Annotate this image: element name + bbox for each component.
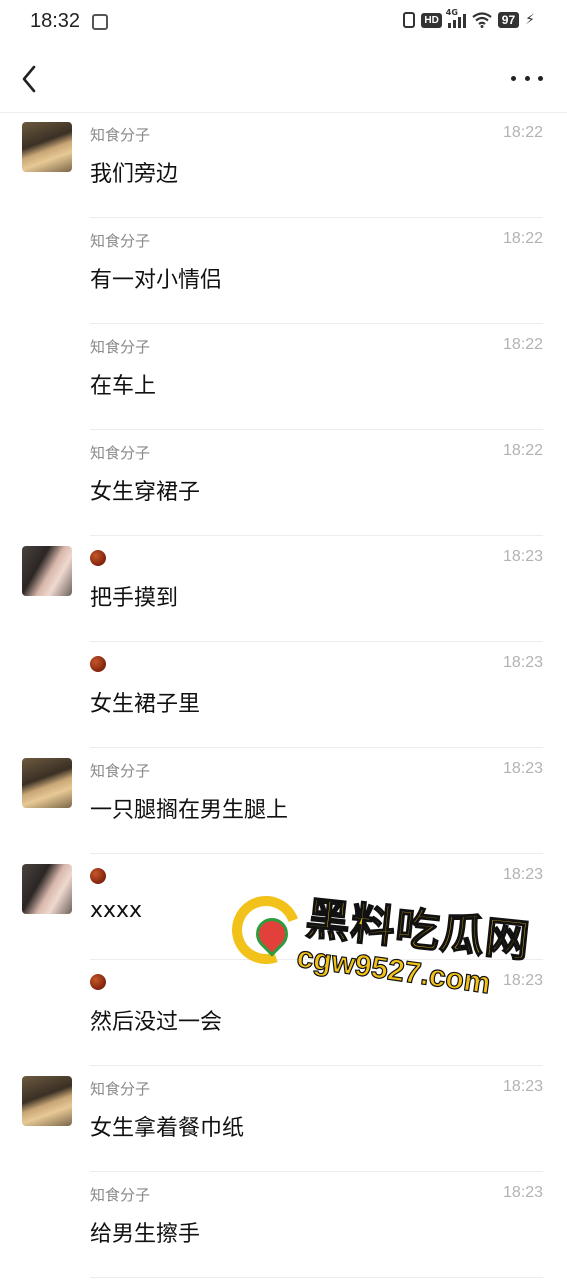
message-text: 女生裙子里 (90, 692, 201, 717)
message-time: 18:22 (502, 230, 543, 247)
message-text: 给男生擦手 (90, 1222, 201, 1247)
battery-icon: 97 (497, 12, 520, 28)
message-row[interactable]: 18:23 女生裙子里 (0, 642, 567, 748)
message-time: 18:22 (502, 336, 543, 353)
message-text: 女生拿着餐巾纸 (90, 1116, 245, 1141)
divider (90, 1277, 543, 1278)
message-row[interactable]: 知食分子 18:23 给男生擦手 (0, 1172, 567, 1278)
message-row[interactable]: 知食分子 18:22 女生穿裙子 (0, 430, 567, 536)
message-time: 18:23 (502, 654, 543, 671)
message-feed[interactable]: 知食分子 18:22 我们旁边 知食分子 18:22 有一对小情侣 知食分子 1… (0, 112, 567, 1278)
sender-name: 知食分子 (90, 1080, 151, 1098)
wifi-icon (472, 12, 492, 28)
status-time: 18:32 (30, 10, 81, 32)
message-text: xxxx (90, 898, 143, 923)
chestnut-icon (90, 550, 106, 566)
status-icons: HD 4G 97 ⚡ (403, 8, 535, 28)
message-row[interactable]: 知食分子 18:23 一只腿搁在男生腿上 (0, 748, 567, 854)
message-text: 一只腿搁在男生腿上 (90, 798, 289, 823)
avatar[interactable] (22, 758, 72, 808)
message-text: 女生穿裙子 (90, 480, 201, 505)
message-row[interactable]: 知食分子 18:23 女生拿着餐巾纸 (0, 1066, 567, 1172)
message-text: 有一对小情侣 (90, 268, 223, 293)
message-time: 18:22 (502, 124, 543, 141)
message-row[interactable]: 知食分子 18:22 在车上 (0, 324, 567, 430)
message-time: 18:23 (502, 866, 543, 883)
more-options-button[interactable] (511, 66, 543, 90)
avatar[interactable] (22, 864, 72, 914)
chestnut-icon (90, 868, 106, 884)
more-dot-icon (524, 75, 530, 81)
sender-name: 知食分子 (90, 232, 151, 250)
message-row[interactable]: 18:23 把手摸到 (0, 536, 567, 642)
more-dot-icon (511, 75, 516, 81)
vibrate-icon (403, 12, 416, 28)
avatar[interactable] (22, 122, 72, 172)
sender-name: 知食分子 (90, 762, 151, 780)
message-text: 我们旁边 (90, 162, 179, 187)
charging-icon: ⚡ (525, 12, 535, 28)
message-text: 把手摸到 (90, 586, 179, 611)
network-type-label: 4G (445, 8, 458, 17)
avatar[interactable] (22, 546, 72, 596)
message-text: 然后没过一会 (90, 1010, 223, 1035)
message-time: 18:23 (502, 760, 543, 777)
cellular-signal-icon: 4G (446, 8, 466, 28)
message-time: 18:23 (502, 1078, 543, 1095)
sender-name: 知食分子 (90, 444, 151, 462)
message-time: 18:23 (502, 972, 543, 989)
message-text: 在车上 (90, 374, 157, 399)
app-notification-icon (92, 14, 108, 30)
sender-name: 知食分子 (90, 126, 151, 144)
nav-bar (0, 44, 567, 113)
message-time: 18:22 (502, 442, 543, 459)
status-bar: 18:32 HD 4G 97 ⚡ (0, 0, 567, 44)
more-dot-icon (538, 75, 543, 81)
chestnut-icon (90, 974, 106, 990)
message-time: 18:23 (502, 1184, 543, 1201)
message-row[interactable]: 18:23 xxxx (0, 854, 567, 960)
avatar[interactable] (22, 1076, 72, 1126)
chestnut-icon (90, 656, 106, 672)
hd-icon: HD (421, 12, 442, 28)
back-arrow-icon (22, 65, 36, 93)
sender-name: 知食分子 (90, 1186, 151, 1204)
message-row[interactable]: 知食分子 18:22 有一对小情侣 (0, 218, 567, 324)
message-time: 18:23 (502, 548, 543, 565)
sender-name: 知食分子 (90, 338, 151, 356)
message-row[interactable]: 18:23 然后没过一会 (0, 960, 567, 1066)
message-row[interactable]: 知食分子 18:22 我们旁边 (0, 112, 567, 218)
back-button[interactable] (18, 62, 48, 96)
